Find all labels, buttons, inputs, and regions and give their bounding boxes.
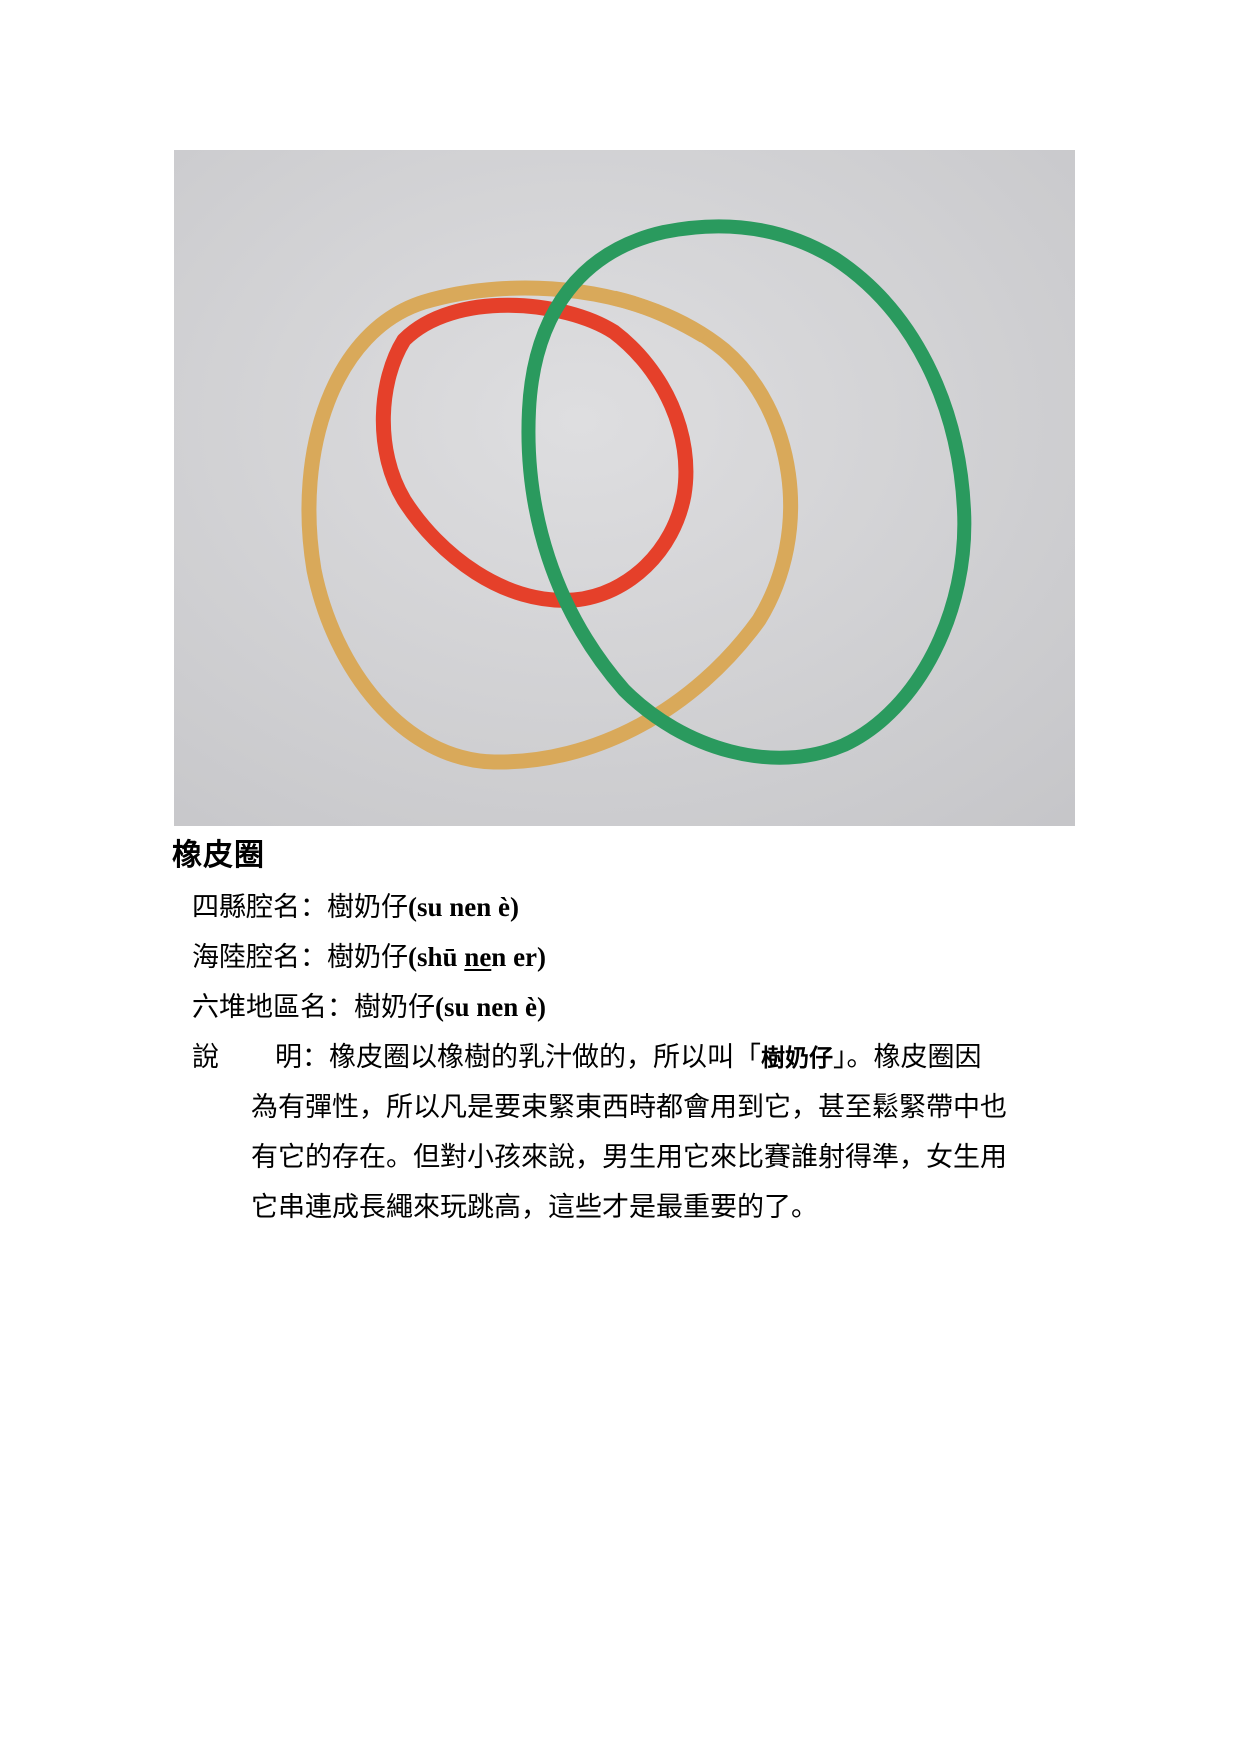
- romanization-text: su nen è: [417, 892, 511, 922]
- name-colon: ：: [300, 892, 327, 923]
- rubber-bands-photo: [174, 150, 1075, 826]
- romanization-text-b: n er: [491, 942, 538, 972]
- description-line: 為有彈性，所以凡是要束緊東西時都會用到它，甚至鬆緊帶中也: [251, 1092, 1007, 1123]
- romanization-text: su nen è: [444, 992, 538, 1022]
- paren-open: (: [435, 992, 444, 1022]
- romanization: (su nen è): [435, 992, 546, 1022]
- name-line-hailu: 海陸腔名：樹奶仔(shū nen er): [192, 937, 546, 978]
- description-line: 它串連成長繩來玩跳高，這些才是最重要的了。: [251, 1192, 818, 1223]
- name-term: 樹奶仔: [327, 892, 408, 923]
- romanization: (su nen è): [408, 892, 519, 922]
- name-label: 四縣腔名: [192, 892, 300, 923]
- paren-close: ): [537, 992, 547, 1022]
- paren-close: ): [537, 942, 547, 972]
- paren-open: (: [408, 942, 417, 972]
- name-label: 海陸腔名: [192, 942, 300, 973]
- description-label-b: 明: [275, 1042, 302, 1073]
- description-line: 有它的存在。但對小孩來說，男生用它來比賽誰射得準，女生用: [251, 1142, 1007, 1173]
- name-colon: ：: [300, 942, 327, 973]
- romanization-text-a: shū: [417, 942, 465, 972]
- name-line-sixian: 四縣腔名：樹奶仔(su nen è): [192, 887, 519, 928]
- paren-close: ): [510, 892, 520, 922]
- description-first-line: 說 明：橡皮圈以橡樹的乳汁做的，所以叫「樹奶仔」。橡皮圈因: [192, 1038, 982, 1078]
- paren-open: (: [408, 892, 417, 922]
- name-colon: ：: [327, 992, 354, 1023]
- page-title: 橡皮圈: [172, 838, 265, 873]
- romanization-underlined: ne: [464, 942, 492, 972]
- description-text-before: 橡皮圈以橡樹的乳汁做的，所以叫「: [329, 1042, 761, 1073]
- name-term: 樹奶仔: [327, 942, 408, 973]
- romanization: (shū nen er): [408, 942, 546, 972]
- description-colon: ：: [302, 1042, 329, 1073]
- description-quoted-term: 樹奶仔: [761, 1043, 833, 1072]
- name-label: 六堆地區名: [192, 992, 327, 1023]
- description-label-a: 說: [192, 1042, 219, 1073]
- name-term: 樹奶仔: [354, 992, 435, 1023]
- description-text-after: 」。橡皮圈因: [833, 1042, 982, 1073]
- name-line-liudui: 六堆地區名：樹奶仔(su nen è): [192, 987, 546, 1028]
